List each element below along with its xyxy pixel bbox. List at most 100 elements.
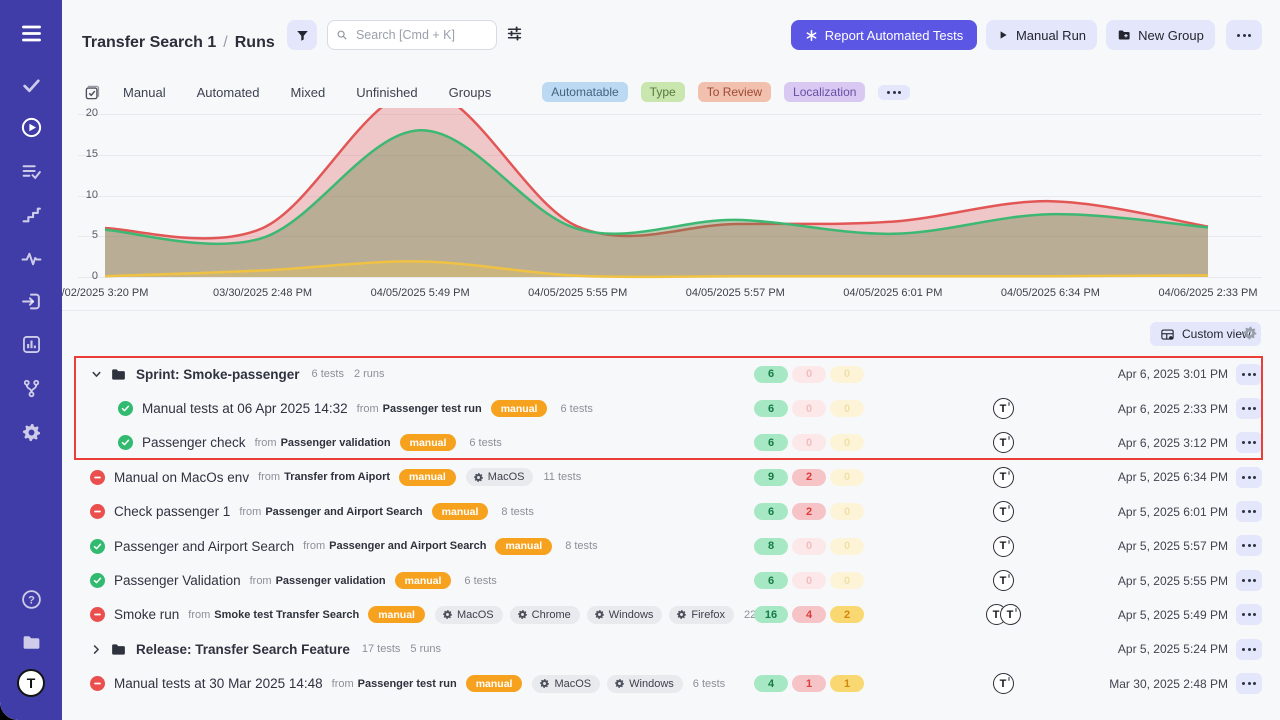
group-row[interactable]: Sprint: Smoke-passenger6 tests2 runs600A… bbox=[75, 357, 1263, 391]
result-counts: 411 bbox=[754, 667, 864, 701]
run-tests-count: 6 tests bbox=[560, 403, 592, 415]
new-group-button[interactable]: New Group bbox=[1106, 20, 1215, 50]
assignee-avatar[interactable]: T bbox=[993, 570, 1014, 591]
play-icon bbox=[997, 29, 1009, 41]
menu-icon[interactable] bbox=[0, 22, 62, 44]
run-title: Smoke run bbox=[114, 607, 179, 622]
select-all-icon[interactable] bbox=[84, 84, 101, 101]
run-row[interactable]: Passenger ValidationfromPassenger valida… bbox=[75, 563, 1263, 597]
filter-button[interactable] bbox=[287, 20, 317, 50]
assignees: TT bbox=[973, 598, 1033, 632]
box-arrow-icon[interactable] bbox=[0, 290, 62, 312]
run-tests-count: 6 tests bbox=[693, 678, 725, 690]
filter-chips-more-button[interactable] bbox=[878, 85, 910, 100]
search-input[interactable] bbox=[354, 27, 488, 43]
run-row[interactable]: Check passenger 1fromPassenger and Airpo… bbox=[75, 495, 1263, 529]
x-tick-label: 04/05/2025 5:49 PM bbox=[371, 287, 470, 299]
assignee-avatar[interactable]: T bbox=[993, 673, 1014, 694]
app-window: ?T Transfer Search 1/Runs Report Automat… bbox=[0, 0, 1280, 720]
failed-icon bbox=[90, 607, 105, 622]
filter-chip-type[interactable]: Type bbox=[641, 82, 685, 102]
list-check-icon[interactable] bbox=[0, 160, 62, 182]
env-gear-icon bbox=[614, 678, 625, 689]
bar-chart-icon[interactable] bbox=[0, 333, 62, 355]
help-icon[interactable]: ? bbox=[0, 588, 62, 610]
manual-run-button[interactable]: Manual Run bbox=[986, 20, 1097, 50]
y-tick-label: 5 bbox=[60, 229, 98, 241]
assignee-avatar[interactable]: T bbox=[993, 536, 1014, 557]
run-row[interactable]: Manual tests at 06 Apr 2025 14:32fromPas… bbox=[75, 391, 1263, 425]
row-more-button[interactable] bbox=[1236, 604, 1262, 625]
group-row[interactable]: Release: Transfer Search Feature17 tests… bbox=[75, 632, 1263, 666]
row-more-button[interactable] bbox=[1236, 673, 1262, 694]
run-date: Apr 5, 2025 5:49 PM bbox=[1118, 598, 1228, 632]
filter-chip-to-review[interactable]: To Review bbox=[698, 82, 771, 102]
from-plan-name: Transfer from Aiport bbox=[284, 471, 390, 483]
row-more-button[interactable] bbox=[1236, 398, 1262, 419]
chevron-down-icon[interactable] bbox=[90, 368, 103, 381]
tab-groups[interactable]: Groups bbox=[449, 85, 492, 100]
row-more-button[interactable] bbox=[1236, 432, 1262, 453]
tab-unfinished[interactable]: Unfinished bbox=[356, 85, 417, 100]
steps-icon[interactable] bbox=[0, 203, 62, 225]
pulse-icon[interactable] bbox=[0, 247, 62, 269]
tab-mixed[interactable]: Mixed bbox=[291, 85, 326, 100]
row-more-button[interactable] bbox=[1236, 639, 1262, 660]
table-settings-button[interactable] bbox=[1240, 324, 1260, 344]
chevron-right-icon[interactable] bbox=[90, 643, 103, 656]
search-box[interactable] bbox=[327, 20, 497, 50]
folder-icon bbox=[110, 366, 127, 383]
row-main: Passenger ValidationfromPassenger valida… bbox=[75, 563, 507, 597]
run-date: Mar 30, 2025 2:48 PM bbox=[1109, 667, 1228, 701]
run-type-badge: manual bbox=[400, 434, 457, 451]
tab-manual[interactable]: Manual bbox=[123, 85, 166, 100]
branch-icon[interactable] bbox=[0, 377, 62, 399]
from-plan-name: Passenger test run bbox=[358, 678, 457, 690]
from-plan-name: Passenger test run bbox=[383, 403, 482, 415]
run-row[interactable]: Manual on MacOs envfromTransfer from Aip… bbox=[75, 460, 1263, 494]
gear-icon[interactable] bbox=[0, 421, 62, 443]
run-row[interactable]: Passenger checkfromPassenger validationm… bbox=[75, 426, 1263, 460]
ellipsis-icon bbox=[1242, 613, 1256, 616]
result-counts: 800 bbox=[754, 529, 864, 563]
passed-count: 8 bbox=[754, 538, 788, 555]
ellipsis-icon bbox=[887, 91, 901, 94]
failed-count: 0 bbox=[792, 400, 826, 417]
from-plan-name: Passenger validation bbox=[281, 437, 391, 449]
env-gear-icon bbox=[676, 609, 687, 620]
chart-divider bbox=[62, 310, 1280, 311]
user-avatar[interactable]: T bbox=[17, 669, 45, 697]
sliders-icon[interactable] bbox=[506, 25, 523, 47]
assignee-avatar[interactable]: T bbox=[993, 432, 1014, 453]
passed-count: 6 bbox=[754, 503, 788, 520]
passed-icon bbox=[90, 539, 105, 554]
result-counts: 1642 bbox=[754, 598, 864, 632]
row-more-button[interactable] bbox=[1236, 501, 1262, 522]
skipped-count: 0 bbox=[830, 434, 864, 451]
row-more-button[interactable] bbox=[1236, 364, 1262, 385]
play-circle-icon[interactable] bbox=[0, 116, 62, 138]
report-automated-tests-button[interactable]: Report Automated Tests bbox=[791, 20, 977, 50]
run-row[interactable]: Passenger and Airport SearchfromPassenge… bbox=[75, 529, 1263, 563]
ellipsis-icon bbox=[1242, 476, 1256, 479]
row-more-button[interactable] bbox=[1236, 467, 1262, 488]
row-more-button[interactable] bbox=[1236, 535, 1262, 556]
folder-icon[interactable] bbox=[0, 631, 62, 653]
header-more-button[interactable] bbox=[1226, 20, 1262, 50]
run-row[interactable]: Smoke runfromSmoke test Transfer Searchm… bbox=[75, 598, 1263, 632]
assignee-avatar[interactable]: T bbox=[1000, 604, 1021, 625]
row-more-button[interactable] bbox=[1236, 570, 1262, 591]
filter-chip-automatable[interactable]: Automatable bbox=[542, 82, 627, 102]
run-title: Passenger Validation bbox=[114, 573, 241, 588]
run-row[interactable]: Manual tests at 30 Mar 2025 14:48fromPas… bbox=[75, 667, 1263, 701]
assignee-avatar[interactable]: T bbox=[993, 467, 1014, 488]
ellipsis-icon bbox=[1242, 544, 1256, 547]
ellipsis-icon bbox=[1242, 407, 1256, 410]
filter-chip-localization[interactable]: Localization bbox=[784, 82, 865, 102]
tab-automated[interactable]: Automated bbox=[197, 85, 260, 100]
check-icon[interactable] bbox=[0, 74, 62, 96]
env-gear-icon bbox=[594, 609, 605, 620]
filter-icon bbox=[295, 28, 310, 43]
assignee-avatar[interactable]: T bbox=[993, 398, 1014, 419]
assignee-avatar[interactable]: T bbox=[993, 501, 1014, 522]
